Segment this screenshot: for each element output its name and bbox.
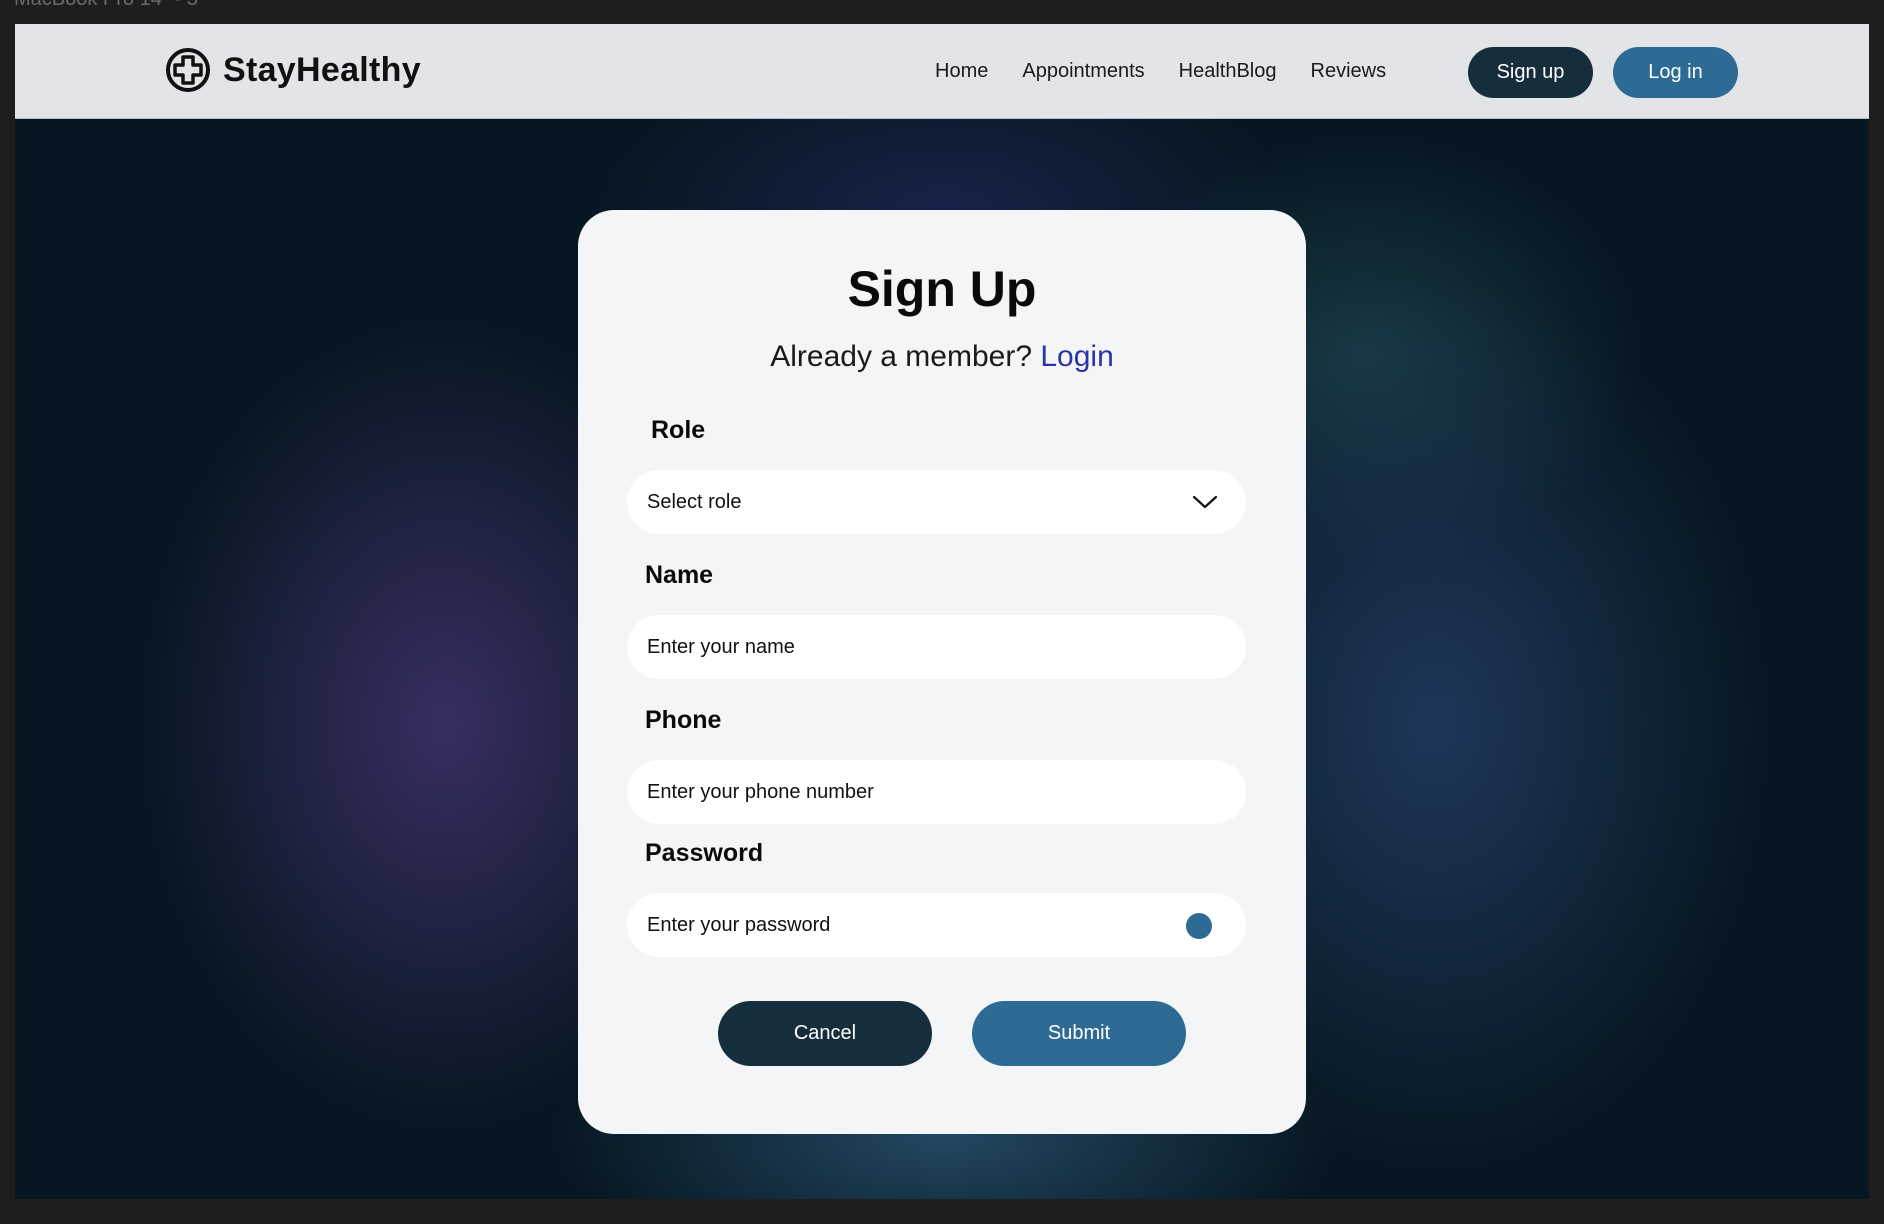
password-input[interactable]	[647, 893, 1147, 957]
nav-link-home[interactable]: Home	[935, 60, 988, 83]
phone-field	[627, 760, 1246, 824]
brand-name: StayHealthy	[223, 50, 421, 89]
cancel-button[interactable]: Cancel	[718, 1001, 932, 1066]
role-label: Role	[651, 416, 706, 444]
login-link[interactable]: Login	[1040, 340, 1113, 373]
medical-cross-icon	[166, 48, 210, 92]
password-field	[627, 893, 1246, 957]
frame-title: MacBook Pro 14" - 3	[14, 0, 198, 11]
password-visibility-toggle-icon[interactable]	[1186, 913, 1212, 939]
nav-link-reviews[interactable]: Reviews	[1311, 60, 1387, 83]
form-subtitle: Already a member? Login	[578, 340, 1306, 374]
nav-link-appointments[interactable]: Appointments	[1022, 60, 1144, 83]
name-field	[627, 615, 1246, 679]
name-label: Name	[645, 561, 714, 589]
role-select[interactable]: Select role	[627, 470, 1246, 534]
nav-links: Home Appointments HealthBlog Reviews	[935, 24, 1386, 118]
nav-login-button[interactable]: Log in	[1613, 47, 1738, 98]
name-input[interactable]	[647, 615, 1147, 679]
phone-input[interactable]	[647, 760, 1147, 824]
navbar: StayHealthy Home Appointments HealthBlog…	[15, 24, 1869, 119]
page-background: StayHealthy Home Appointments HealthBlog…	[15, 24, 1869, 1199]
role-select-value: Select role	[647, 491, 742, 513]
chevron-down-icon	[1192, 495, 1218, 509]
signup-card: Sign Up Already a member? Login Role Sel…	[578, 210, 1306, 1134]
subtitle-text: Already a member?	[770, 340, 1033, 373]
nav-signup-button[interactable]: Sign up	[1468, 47, 1593, 98]
nav-link-healthblog[interactable]: HealthBlog	[1179, 60, 1277, 83]
brand-logo[interactable]: StayHealthy	[165, 46, 421, 94]
phone-label: Phone	[645, 706, 722, 734]
password-label: Password	[645, 839, 764, 867]
submit-button[interactable]: Submit	[972, 1001, 1186, 1066]
form-title: Sign Up	[847, 261, 1037, 317]
